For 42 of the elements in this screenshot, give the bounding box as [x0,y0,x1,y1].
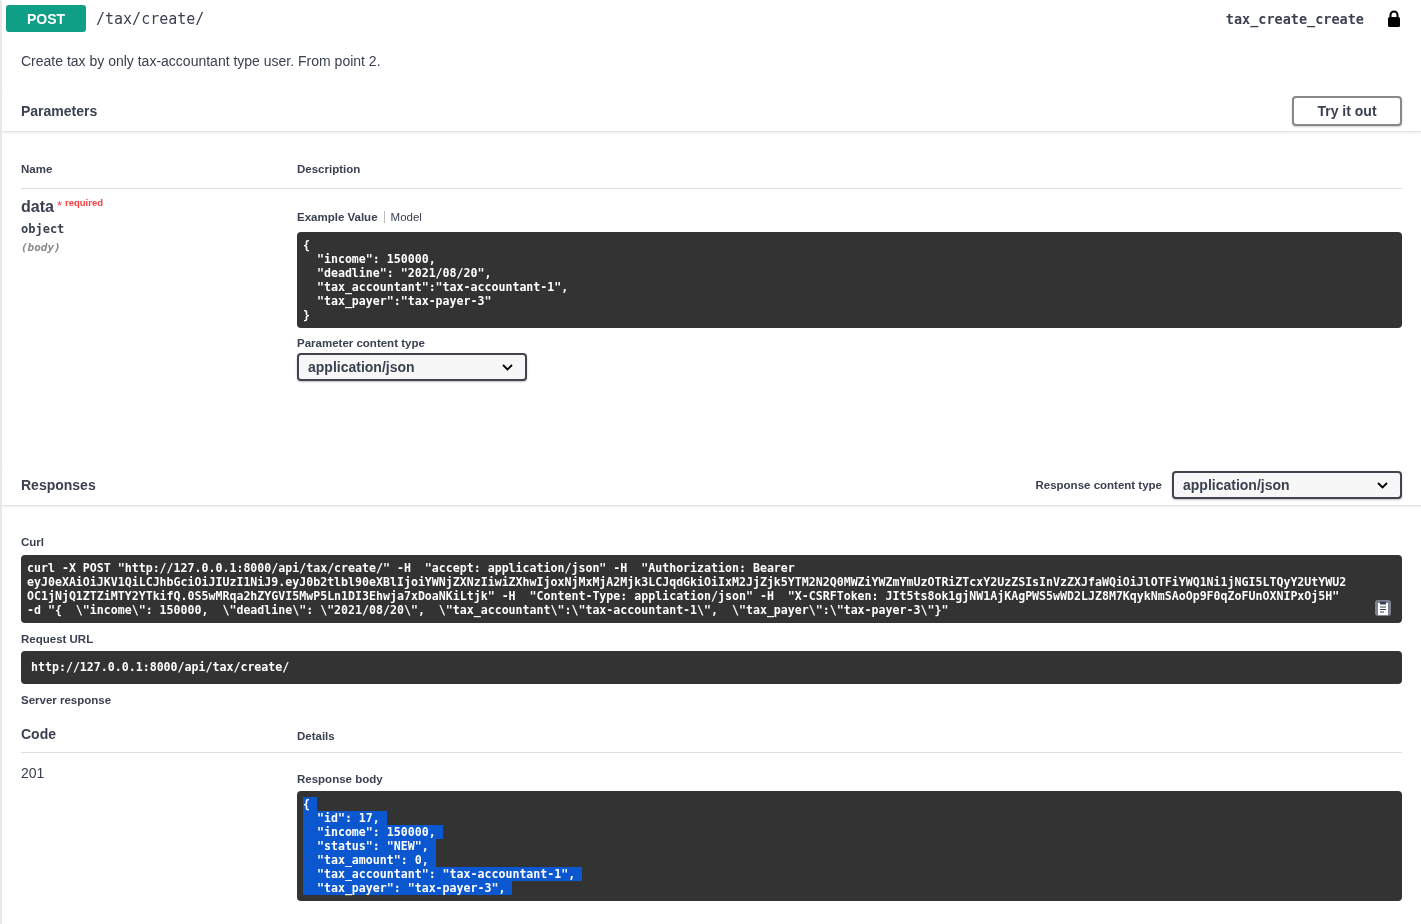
code-line: "tax_accountant":"tax-accountant-1", [315,280,569,294]
clipboard-icon[interactable] [1374,599,1392,617]
field-label: Server response [21,694,113,706]
parameter-location: (body) [21,241,62,254]
column-header: Code [21,726,57,742]
section-title: Responses [21,477,96,493]
status-code: 201 [21,765,46,783]
endpoint-path: /tax/create/ [96,9,206,28]
code-line: "income": 150000, [315,252,436,266]
code-line: http://127.0.0.1:8000/api/tax/create/ [31,660,290,674]
code-line: "tax_payer":"tax-payer-3" [315,294,492,308]
code-line: OC1jNjQ1ZTZiMTY2YTkifQ.0S5wMRqa2hZYGVI5MwP5Ln1DI3Ehwja7xDoaNKiLtjk" -H "Content-Type: application/json" -H "X-CSRFToken: JIt5ts8ok1gjNW1AjKAgPWS5wWD2LJZ8M7KqykNmSAoOp9F0qZoFUnOXNIPxOj5H" [27,589,1340,603]
required-label: required [64,197,103,208]
view-tab[interactable]: Example Value [297,211,384,223]
field-label: Response content type [1035,479,1162,491]
content-type-dropdown[interactable]: application/json [297,353,527,381]
operation-description: Create tax by only tax-accountant type user. From point 2. [20,53,382,69]
required-mark: * [56,198,62,213]
field-label: Request URL [21,633,95,645]
chevron-down-icon [502,363,513,371]
content-type-dropdown[interactable]: application/json [1172,471,1402,499]
code-line: -d "{ \"income\": 150000, \"deadline\": \"2021/08/20\", \"tax_accountant\":\"tax-accountant-1\", \"tax_payer\":\"tax-payer-3\"}" [27,603,949,617]
operation-id: tax_create_create [1225,10,1364,27]
column-header: Description [297,163,362,175]
field-label: Response body [297,773,384,785]
code-line: } [303,308,310,322]
column-header: Details [297,730,336,742]
view-tab[interactable]: Model [383,211,428,223]
code-line: { [303,238,310,252]
field-label: Curl [21,536,45,548]
lock-icon[interactable] [1387,10,1401,27]
chevron-down-icon [1377,481,1388,489]
code-line: "deadline": "2021/08/20", [315,266,492,280]
parameter-name: data [21,198,54,215]
parameter-type: object [21,222,66,236]
column-header: Name [21,163,54,175]
method-badge: POST [6,5,86,32]
field-label: Parameter content type [297,337,426,349]
try-it-out-button[interactable]: Try it out [1292,96,1402,126]
section-title: Parameters [21,103,98,119]
code-line: curl -X POST "http://127.0.0.1:8000/api/tax/create/" -H "accept: application/json" -H "Authorization: Bearer [27,561,795,575]
code-line: eyJ0eXAiOiJKV1QiLCJhbGciOiJIUzI1NiJ9.eyJ0b2tlbl90eXBlIjoiYWNjZXNzIiwiZXhwIjoxNjMxMjA2Mjk3LCJqdGkiOiIxM2JjZjk5YTM2N2Q0MWZiYWZmYmUzOTRiZTcxY2UzZSIsInVzZXJfaWQiOiJlOTFiYWQ1Ni1jNGI5LTQyY2UtYWU2 [27,575,1347,589]
